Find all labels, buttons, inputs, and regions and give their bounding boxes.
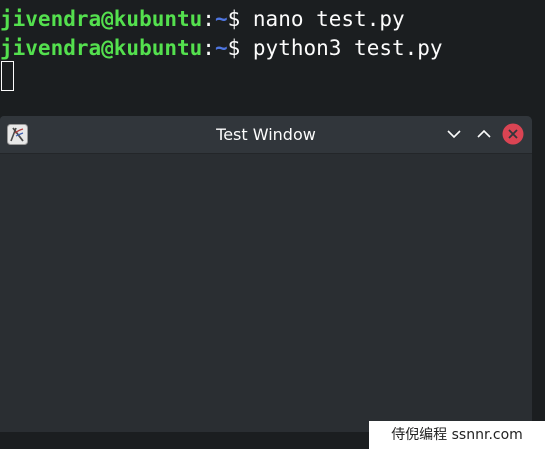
maximize-chevron-up-icon[interactable]: [473, 123, 495, 145]
minimize-chevron-down-icon[interactable]: [443, 123, 465, 145]
watermark: 侍倪编程 ssnnr.com: [369, 421, 545, 449]
prompt-colon: :: [202, 36, 215, 60]
prompt-colon: :: [202, 7, 215, 31]
prompt-path: ~: [214, 7, 228, 31]
close-x-icon[interactable]: [502, 123, 524, 145]
terminal-line-2: jivendra@kubuntu:~$ python3 test.py: [0, 34, 443, 63]
prompt-path: ~: [214, 36, 228, 60]
terminal-command: nano test.py: [240, 7, 405, 31]
terminal-cursor: [1, 61, 14, 91]
prompt-user: jivendra@kubuntu: [0, 36, 203, 60]
prompt-user: jivendra@kubuntu: [0, 7, 203, 31]
prompt-dollar: $: [227, 36, 241, 60]
window-titlebar[interactable]: Test Window: [0, 116, 532, 154]
terminal-line-1: jivendra@kubuntu:~$ nano test.py: [0, 5, 405, 34]
terminal-command: python3 test.py: [240, 36, 443, 60]
test-window[interactable]: Test Window: [0, 116, 532, 432]
window-content: [0, 154, 532, 432]
prompt-dollar: $: [227, 7, 241, 31]
